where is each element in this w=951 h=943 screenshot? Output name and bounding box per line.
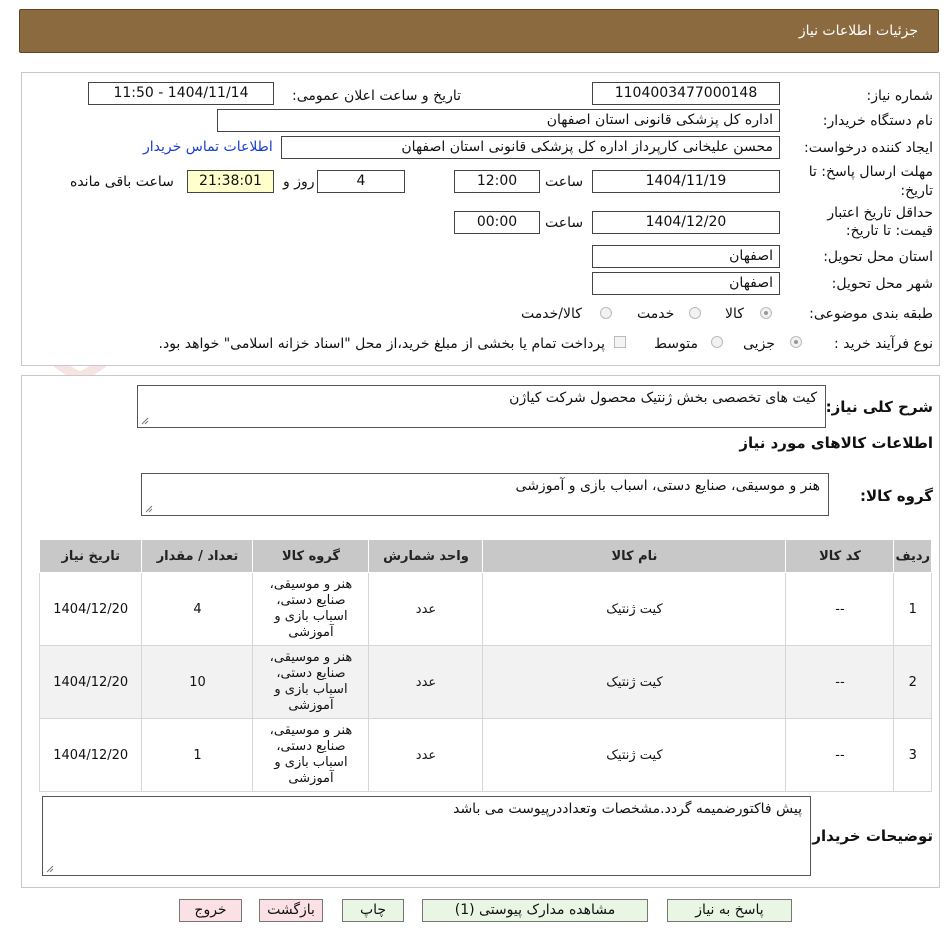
category-service-radio[interactable] bbox=[689, 307, 701, 319]
remaining-label: ساعت باقی مانده bbox=[70, 174, 174, 190]
buyer-notes-label: توضیحات خریدار: bbox=[806, 827, 933, 845]
deadline-date-field: 1404/11/19 bbox=[592, 170, 780, 193]
cell-name: کیت ژنتیک bbox=[482, 572, 787, 646]
process-label: نوع فرآیند خرید : bbox=[834, 336, 933, 352]
resize-handle-icon[interactable] bbox=[141, 417, 149, 425]
cell-need-date: 1404/12/20 bbox=[38, 572, 143, 646]
validity-date-field: 1404/12/20 bbox=[592, 211, 780, 234]
items-table: ردیف کد کالا نام کالا واحد شمارش گروه کا… bbox=[38, 539, 932, 792]
table-row: 1 -- کیت ژنتیک عدد هنر و موسیقی، صنایع د… bbox=[38, 572, 932, 646]
category-goods-radio[interactable] bbox=[760, 307, 772, 319]
resize-handle-icon[interactable] bbox=[46, 865, 54, 873]
cell-unit: عدد bbox=[368, 645, 484, 719]
category-goods-label: کالا bbox=[725, 306, 744, 322]
need-number-label: شماره نیاز: bbox=[866, 88, 934, 104]
city-field: اصفهان bbox=[592, 272, 780, 295]
category-goods-service-radio[interactable] bbox=[600, 307, 612, 319]
announce-field: 1404/11/14 - 11:50 bbox=[88, 82, 274, 105]
table-row: 2 -- کیت ژنتیک عدد هنر و موسیقی، صنایع د… bbox=[38, 645, 932, 719]
cell-quantity: 10 bbox=[141, 645, 254, 719]
goods-group-text: هنر و موسیقی، صنایع دستی، اسباب بازی و آ… bbox=[515, 478, 820, 494]
province-field: اصفهان bbox=[592, 245, 780, 268]
validity-time-label: ساعت bbox=[545, 215, 584, 231]
cell-need-date: 1404/12/20 bbox=[38, 718, 143, 792]
cell-row-number: 2 bbox=[893, 645, 932, 719]
summary-label: شرح کلی نیاز: bbox=[825, 398, 933, 416]
buyer-org-label: نام دستگاه خریدار: bbox=[822, 113, 933, 129]
requester-field: محسن علیخانی کارپرداز اداره کل پزشکی قان… bbox=[281, 136, 780, 159]
category-service-label: خدمت bbox=[637, 306, 675, 322]
cell-quantity: 4 bbox=[141, 572, 254, 646]
deadline-label-2: تاریخ: bbox=[900, 183, 933, 199]
validity-label-2: قیمت: تا تاریخ: bbox=[845, 223, 933, 239]
cell-unit: عدد bbox=[368, 572, 484, 646]
cell-name: کیت ژنتیک bbox=[482, 645, 787, 719]
cell-code: -- bbox=[785, 718, 895, 792]
col-header-quantity: تعداد / مقدار bbox=[141, 539, 254, 573]
resize-handle-icon[interactable] bbox=[145, 505, 153, 513]
category-label: طبقه بندی موضوعی: bbox=[809, 306, 933, 322]
buyer-notes-field: پیش فاکتورضمیمه گردد.مشخصات وتعداددرپیوس… bbox=[42, 796, 811, 876]
reply-button[interactable]: پاسخ به نیاز bbox=[667, 899, 792, 922]
exit-button[interactable]: خروج bbox=[179, 899, 242, 922]
treasury-payment-checkbox[interactable] bbox=[614, 336, 626, 348]
page-title: جزئیات اطلاعات نیاز bbox=[798, 23, 918, 39]
days-field: 4 bbox=[317, 170, 405, 193]
table-row: 3 -- کیت ژنتیک عدد هنر و موسیقی، صنایع د… bbox=[38, 718, 932, 792]
table-header-row: ردیف کد کالا نام کالا واحد شمارش گروه کا… bbox=[38, 539, 932, 573]
cell-group: هنر و موسیقی، صنایع دستی، اسباب بازی و آ… bbox=[252, 645, 370, 719]
cell-group: هنر و موسیقی، صنایع دستی، اسباب بازی و آ… bbox=[252, 718, 370, 792]
cell-code: -- bbox=[785, 645, 895, 719]
col-header-name: نام کالا bbox=[482, 539, 787, 573]
deadline-time-field: 12:00 bbox=[454, 170, 540, 193]
col-header-group: گروه کالا bbox=[252, 539, 370, 573]
cell-row-number: 3 bbox=[893, 718, 932, 792]
process-minor-radio[interactable] bbox=[790, 336, 802, 348]
goods-group-field: هنر و موسیقی، صنایع دستی، اسباب بازی و آ… bbox=[141, 473, 829, 516]
cell-name: کیت ژنتیک bbox=[482, 718, 787, 792]
deadline-time-label: ساعت bbox=[545, 174, 584, 190]
requester-label: ایجاد کننده درخواست: bbox=[804, 140, 933, 156]
goods-group-label: گروه کالا: bbox=[860, 487, 933, 505]
cell-need-date: 1404/12/20 bbox=[38, 645, 143, 719]
process-medium-label: متوسط bbox=[654, 336, 698, 352]
category-goods-service-label: کالا/خدمت bbox=[521, 306, 582, 322]
buyer-contact-link[interactable]: اطلاعات تماس خریدار bbox=[143, 139, 273, 155]
validity-time-field: 00:00 bbox=[454, 211, 540, 234]
province-label: استان محل تحویل: bbox=[823, 249, 933, 265]
cell-unit: عدد bbox=[368, 718, 484, 792]
print-button[interactable]: چاپ bbox=[342, 899, 404, 922]
col-header-code: کد کالا bbox=[785, 539, 895, 573]
back-button[interactable]: بازگشت bbox=[259, 899, 323, 922]
cell-code: -- bbox=[785, 572, 895, 646]
process-minor-label: جزیی bbox=[743, 336, 775, 352]
cell-group: هنر و موسیقی، صنایع دستی، اسباب بازی و آ… bbox=[252, 572, 370, 646]
validity-label-1: حداقل تاریخ اعتبار bbox=[827, 205, 933, 221]
goods-info-title: اطلاعات کالاهای مورد نیاز bbox=[739, 434, 933, 452]
payment-note: پرداخت تمام یا بخشی از مبلغ خرید،از محل … bbox=[158, 336, 605, 352]
buyer-notes-text: پیش فاکتورضمیمه گردد.مشخصات وتعداددرپیوس… bbox=[453, 801, 802, 817]
announce-label: تاریخ و ساعت اعلان عمومی: bbox=[292, 88, 461, 104]
buyer-org-field: اداره کل پزشکی قانونی استان اصفهان bbox=[217, 109, 780, 132]
col-header-need-date: تاریخ نیاز bbox=[38, 539, 143, 573]
col-header-row-number: ردیف bbox=[893, 539, 932, 573]
days-label: روز و bbox=[283, 174, 315, 190]
page-header: جزئیات اطلاعات نیاز bbox=[19, 9, 939, 53]
city-label: شهر محل تحویل: bbox=[831, 276, 933, 292]
remaining-time-field: 21:38:01 bbox=[187, 170, 274, 193]
view-attachments-button[interactable]: مشاهده مدارک پیوستی (1) bbox=[422, 899, 648, 922]
col-header-unit: واحد شمارش bbox=[368, 539, 484, 573]
need-number-field: 1104003477000148 bbox=[592, 82, 780, 105]
cell-row-number: 1 bbox=[893, 572, 932, 646]
process-medium-radio[interactable] bbox=[711, 336, 723, 348]
summary-field: کیت های تخصصی بخش ژنتیک محصول شرکت کیاژن bbox=[137, 385, 826, 428]
summary-text: کیت های تخصصی بخش ژنتیک محصول شرکت کیاژن bbox=[509, 390, 817, 406]
deadline-label-1: مهلت ارسال پاسخ: تا bbox=[808, 164, 933, 180]
cell-quantity: 1 bbox=[141, 718, 254, 792]
